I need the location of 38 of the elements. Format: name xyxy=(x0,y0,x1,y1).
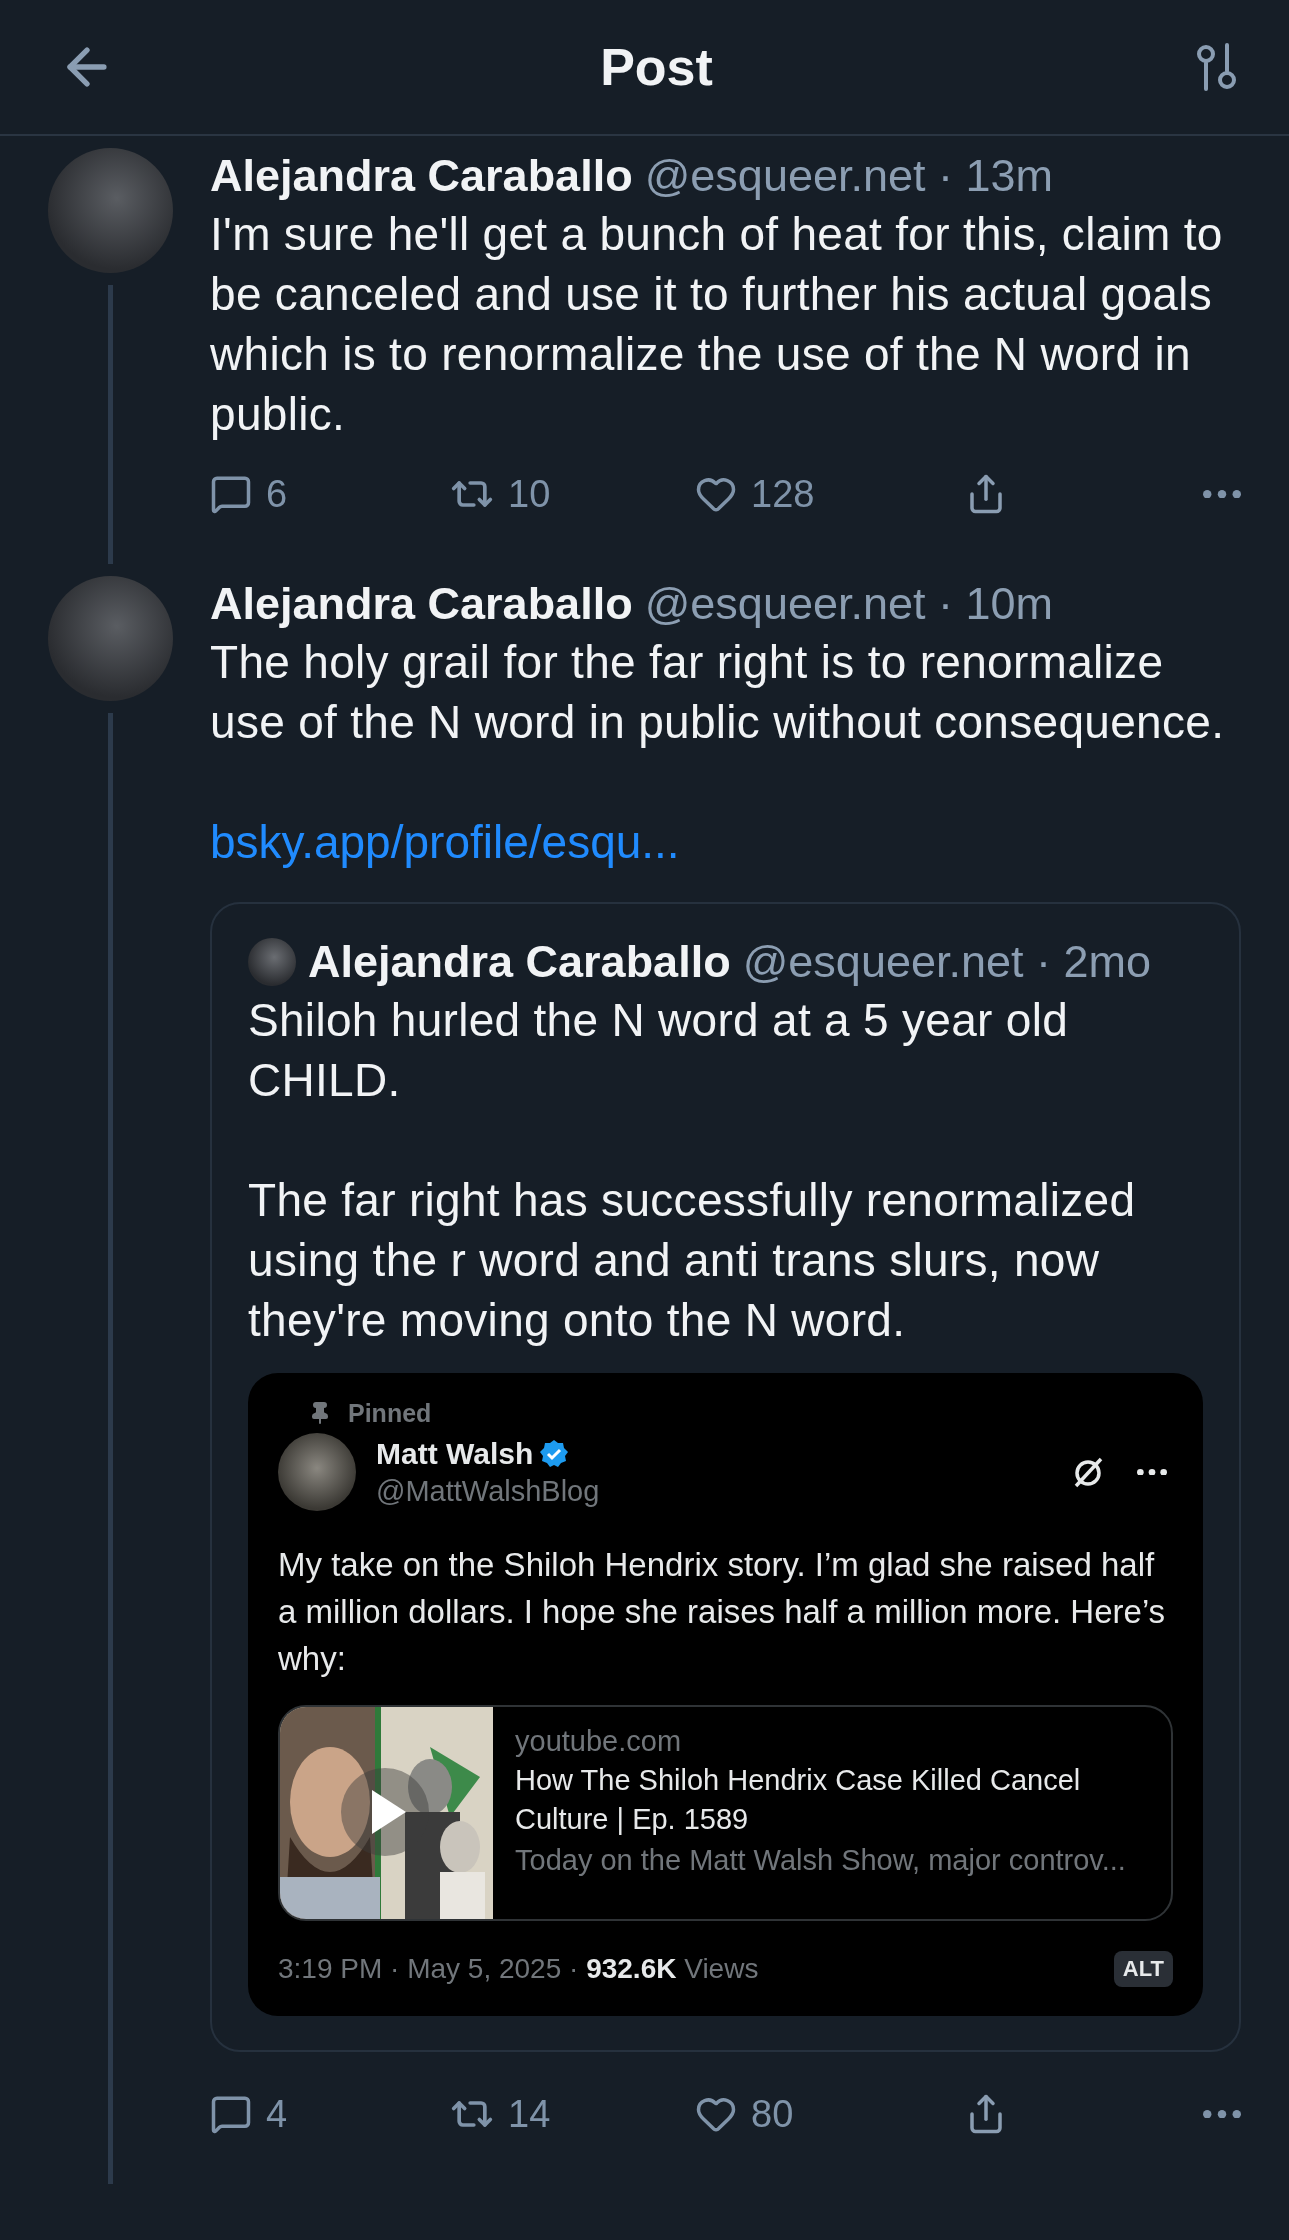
quote-text: Shiloh hurled the N word at a 5 year old CHILD. xyxy=(248,993,1070,1108)
embedded-post-text: My take on the Shiloh Hendrix story. I’m glad she raised half a million dollars. I hope she raises half a million more. Here’s why: xyxy=(278,1545,1167,1679)
like-button[interactable]: 128 xyxy=(695,472,815,516)
link-domain: youtube.com xyxy=(515,1724,683,1759)
link-description: Today on the Matt Walsh Show, major controv... xyxy=(515,1843,1127,1878)
ellipsis-icon xyxy=(1137,1468,1167,1476)
quote-text: The far right has successfully renormalized using the r word and anti trans slurs, now they're moving onto the N word. xyxy=(248,1173,1137,1348)
author-name: Matt Walsh xyxy=(376,1436,534,1472)
post-timestamp: 3:19 PM · May 5, 2025 · 932.6K Views xyxy=(278,1952,759,1986)
avatar xyxy=(248,938,296,986)
author-name: Alejandra Caraballo xyxy=(308,935,731,989)
ellipsis-icon xyxy=(1203,489,1241,499)
post-link[interactable]: bsky.app/profile/esqu... xyxy=(210,812,1241,872)
handle-time: @esqueer.net · 2mo xyxy=(742,935,1152,989)
handle-time: @esqueer.net · 10m xyxy=(644,577,1054,631)
reply-button[interactable]: 4 xyxy=(210,2092,288,2136)
author-handle: @MattWalshBlog xyxy=(376,1474,601,1509)
pinned-label: Pinned xyxy=(348,1398,432,1428)
sliders-button[interactable] xyxy=(1197,41,1237,93)
alt-badge: ALT xyxy=(1113,1951,1173,1987)
link-title: How The Shiloh Hendrix Case Killed Cancel Culture | Ep. 1589 xyxy=(515,1763,1082,1837)
ellipsis-icon xyxy=(1203,2109,1241,2119)
post-text: The holy grail for the far right is to renormalize use of the N word in public without consequence. xyxy=(210,635,1226,750)
author-name: Alejandra Caraballo xyxy=(210,577,633,631)
reply-button[interactable]: 6 xyxy=(210,472,288,516)
embedded-screenshot[interactable] xyxy=(248,1373,1203,2016)
like-button[interactable]: 80 xyxy=(695,2092,794,2136)
author-name: Alejandra Caraballo xyxy=(210,149,633,203)
link-card[interactable]: youtube.com How The Shiloh Hendrix Case Killed Cancel Culture | Ep. 1589 Today on the Matt Walsh Show, major controv... xyxy=(278,1705,1173,1921)
page-title: Post xyxy=(600,37,713,97)
quote-card[interactable] xyxy=(210,902,1241,2052)
sliders-icon xyxy=(1197,41,1237,93)
more-button[interactable] xyxy=(1203,489,1241,499)
repost-button[interactable]: 14 xyxy=(450,2092,551,2136)
post-text: I'm sure he'll get a bunch of heat for this, claim to be canceled and use it to further his actual goals which is to renormalize the use of the N word in public. xyxy=(210,207,1224,442)
handle-time: @esqueer.net · 13m xyxy=(644,149,1054,203)
repost-button[interactable]: 10 xyxy=(450,472,551,516)
more-button[interactable] xyxy=(1203,2109,1241,2119)
